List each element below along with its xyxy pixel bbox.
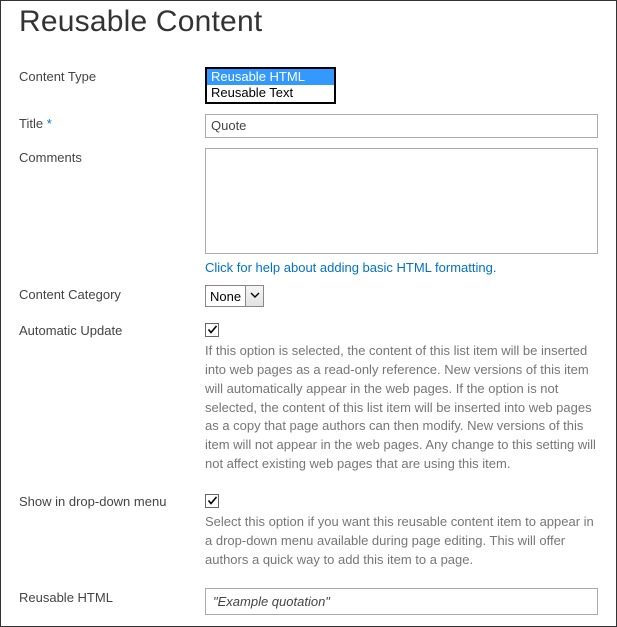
show-in-dropdown-description: Select this option if you want this reus…: [205, 513, 598, 570]
label-content-category: Content Category: [19, 285, 205, 302]
content-category-value: None: [206, 286, 245, 306]
label-comments: Comments: [19, 148, 205, 165]
label-title: Title: [19, 116, 43, 131]
content-type-option-reusable-html[interactable]: Reusable HTML: [207, 69, 334, 85]
chevron-down-icon[interactable]: [245, 286, 263, 306]
automatic-update-checkbox[interactable]: [205, 323, 219, 337]
title-input[interactable]: [205, 114, 598, 138]
automatic-update-description: If this option is selected, the content …: [205, 342, 598, 474]
label-automatic-update: Automatic Update: [19, 321, 205, 338]
content-type-listbox[interactable]: Reusable HTML Reusable Text: [205, 67, 336, 104]
help-link-html-formatting[interactable]: Click for help about adding basic HTML f…: [205, 260, 496, 275]
comments-textarea[interactable]: [205, 148, 598, 254]
label-reusable-html: Reusable HTML: [19, 588, 205, 605]
label-show-in-dropdown: Show in drop-down menu: [19, 492, 205, 509]
show-in-dropdown-checkbox[interactable]: [205, 494, 219, 508]
reusable-html-editor[interactable]: "Example quotation": [205, 588, 598, 615]
page-title: Reusable Content: [19, 5, 598, 39]
content-category-select[interactable]: None: [205, 285, 264, 307]
content-type-option-reusable-text[interactable]: Reusable Text: [207, 85, 334, 101]
required-mark: *: [47, 116, 52, 131]
label-content-type: Content Type: [19, 67, 205, 84]
